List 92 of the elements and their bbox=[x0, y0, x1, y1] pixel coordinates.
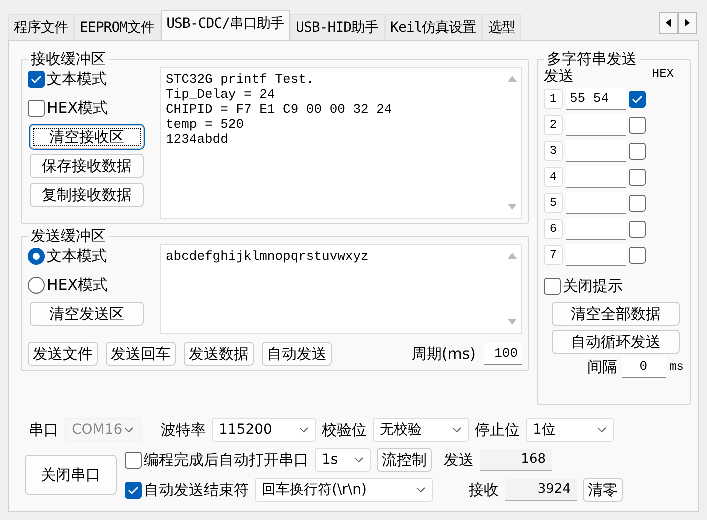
send-number-button[interactable]: 1 bbox=[544, 89, 563, 109]
chevron-down-icon bbox=[299, 427, 309, 433]
checkbox[interactable] bbox=[125, 482, 142, 498]
checkmark-icon bbox=[632, 94, 643, 104]
radio-label: HEX模式 bbox=[47, 276, 108, 294]
radio-button[interactable] bbox=[28, 248, 45, 264]
checkmark-icon bbox=[31, 74, 42, 84]
string-field[interactable] bbox=[566, 166, 626, 188]
action-button[interactable]: 复制接收数据 bbox=[30, 183, 144, 207]
send-text: abcdefghijklmnopqrstuvwxyz bbox=[165, 248, 370, 266]
tab[interactable]: USB-CDC/串口助手 bbox=[160, 10, 290, 40]
action-button[interactable]: 清空全部数据 bbox=[552, 302, 680, 326]
chevron-down-icon bbox=[597, 427, 607, 433]
sent-label: 发送 bbox=[444, 450, 474, 470]
flow-control-button[interactable]: 流控制 bbox=[377, 448, 432, 472]
string-field[interactable] bbox=[566, 114, 626, 136]
column-header: HEX bbox=[652, 67, 674, 83]
tab[interactable]: USB-HID助手 bbox=[290, 14, 385, 40]
send-number-button[interactable]: 2 bbox=[544, 115, 563, 135]
checkbox[interactable] bbox=[629, 246, 646, 264]
baud-label: 波特率 bbox=[161, 420, 206, 440]
action-button[interactable]: 自动循环发送 bbox=[552, 330, 680, 354]
interval-label: 间隔 bbox=[588, 358, 618, 376]
checkbox[interactable] bbox=[544, 278, 561, 294]
checkbox-label: 编程完成后自动打开串口 bbox=[144, 450, 309, 470]
checkmark-icon bbox=[128, 486, 139, 494]
checkbox[interactable] bbox=[629, 194, 646, 212]
checkbox[interactable] bbox=[28, 70, 45, 88]
action-button[interactable]: 清空接收区 bbox=[30, 125, 144, 149]
group-title: 多字符串发送 bbox=[546, 51, 638, 67]
radio-label: 文本模式 bbox=[47, 246, 107, 266]
checkbox[interactable] bbox=[629, 90, 646, 108]
checkbox-label: 文本模式 bbox=[47, 70, 107, 88]
column-header: 发送 bbox=[544, 67, 574, 86]
tab[interactable]: EEPROM文件 bbox=[74, 14, 161, 40]
dropdown[interactable]: 1位 bbox=[526, 418, 614, 442]
checkbox-label: 关闭提示 bbox=[563, 276, 623, 296]
chevron-down-icon bbox=[124, 427, 134, 433]
stop-bits-label: 停止位 bbox=[475, 420, 520, 440]
send-number-button[interactable]: 4 bbox=[544, 167, 563, 187]
received-count: 3924 bbox=[505, 479, 577, 501]
period-label: 周期(ms) bbox=[412, 344, 476, 364]
reset-button[interactable]: 清零 bbox=[583, 478, 623, 502]
chevron-down-icon bbox=[452, 427, 462, 433]
scroll-right-button[interactable] bbox=[678, 12, 697, 34]
dropdown[interactable]: 115200 bbox=[212, 418, 316, 442]
checkbox[interactable] bbox=[28, 100, 45, 116]
send-number-button[interactable]: 5 bbox=[544, 193, 563, 213]
string-field[interactable] bbox=[566, 192, 626, 214]
action-button[interactable]: 保存接收数据 bbox=[30, 154, 144, 178]
group-title: 接收缓冲区 bbox=[30, 51, 107, 67]
interval-field[interactable]: 0 bbox=[622, 356, 666, 378]
action-button[interactable]: 发送数据 bbox=[184, 342, 254, 366]
tab[interactable]: 程序文件 bbox=[8, 14, 74, 40]
scroll-left-button[interactable] bbox=[659, 12, 678, 34]
checkbox[interactable] bbox=[629, 142, 646, 160]
close-port-button[interactable]: 关闭串口 bbox=[25, 455, 117, 495]
string-field[interactable] bbox=[566, 218, 626, 240]
clear-send-button[interactable]: 清空发送区 bbox=[30, 302, 144, 326]
send-number-button[interactable]: 6 bbox=[544, 219, 563, 239]
send-number-button[interactable]: 7 bbox=[544, 245, 563, 265]
received-label: 接收 bbox=[469, 480, 499, 500]
string-field[interactable] bbox=[566, 140, 626, 162]
checkbox[interactable] bbox=[629, 116, 646, 134]
tab[interactable]: 选型 bbox=[482, 14, 522, 40]
group-title: 发送缓冲区 bbox=[30, 228, 107, 244]
dropdown[interactable]: 1s bbox=[315, 448, 371, 472]
action-button[interactable]: 自动发送 bbox=[262, 342, 332, 366]
period-field[interactable]: 100 bbox=[484, 343, 522, 365]
action-button[interactable]: 发送回车 bbox=[106, 342, 176, 366]
action-button[interactable]: 发送文件 bbox=[28, 342, 98, 366]
radio-button[interactable] bbox=[28, 276, 45, 294]
dropdown[interactable]: 无校验 bbox=[373, 418, 469, 442]
checkbox-label: HEX模式 bbox=[47, 98, 108, 118]
triangle-right-icon bbox=[685, 19, 690, 27]
chevron-down-icon bbox=[354, 457, 364, 463]
dropdown[interactable]: 回车换行符(\r\n) bbox=[255, 478, 433, 502]
chevron-down-icon bbox=[416, 487, 426, 493]
string-field[interactable]: 55 54 bbox=[566, 88, 626, 110]
triangle-left-icon bbox=[666, 19, 671, 27]
received-text: STC32G printf Test. Tip_Delay = 24 CHIPID = F7 E1 C9 00 00 32 24 temp = 520 1234abdd bbox=[165, 71, 394, 149]
unit-label: ms bbox=[670, 360, 684, 374]
checkbox[interactable] bbox=[125, 452, 142, 468]
port-label: 串口 bbox=[29, 420, 59, 440]
sent-count: 168 bbox=[480, 449, 552, 471]
checkbox-label: 自动发送结束符 bbox=[144, 480, 249, 500]
checkbox[interactable] bbox=[629, 168, 646, 186]
string-field[interactable] bbox=[566, 244, 626, 266]
tab[interactable]: Keil仿真设置 bbox=[384, 14, 482, 40]
send-number-button[interactable]: 3 bbox=[544, 141, 563, 161]
parity-label: 校验位 bbox=[322, 420, 367, 440]
checkbox[interactable] bbox=[629, 220, 646, 238]
